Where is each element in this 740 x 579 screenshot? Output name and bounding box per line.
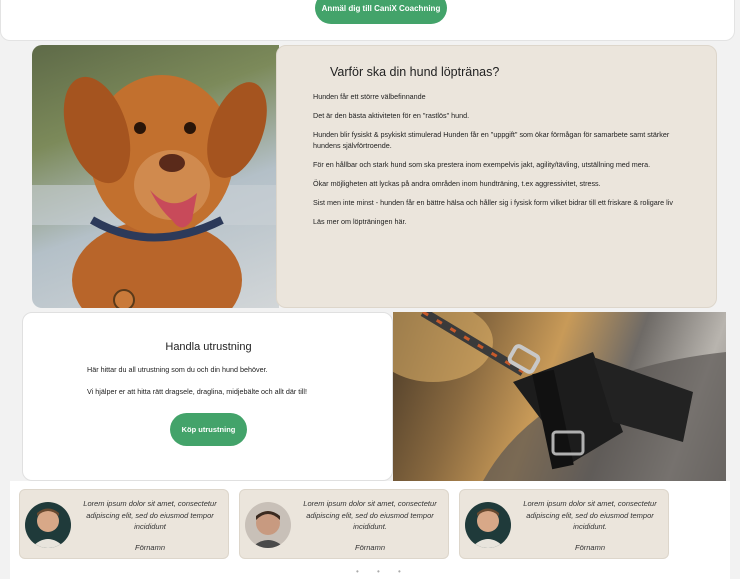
why-item: Sist men inte minst - hunden får en bätt…: [313, 198, 673, 207]
why-run-title: Varför ska din hund löptränas?: [330, 65, 500, 79]
why-item: Ökar möjligheten att lyckas på andra omr…: [313, 179, 601, 188]
shop-description-2: Vi hjälper er att hitta rätt dragsele, d…: [87, 387, 308, 396]
why-run-list: Hunden får ett större välbefinnande Det …: [313, 91, 688, 235]
why-item: För en hållbar och stark hund som ska pr…: [313, 160, 651, 169]
why-item: Hunden blir fysiskt & psykiskt stimulera…: [313, 130, 670, 150]
top-card: Anmäl dig till CaniX Coachning: [0, 0, 735, 41]
shop-equipment-card: Handla utrustning Här hittar du all utru…: [22, 312, 393, 481]
shop-description-1: Här hittar du all utrustning som du och …: [87, 365, 268, 374]
testimonial-quote: Lorem ipsum dolor sit amet, consectetur …: [303, 499, 437, 531]
testimonial-quote: Lorem ipsum dolor sit amet, consectetur …: [523, 499, 657, 531]
dog-photo: [32, 45, 279, 308]
carousel-dots[interactable]: • • •: [356, 567, 409, 576]
testimonial-card: Lorem ipsum dolor sit amet, consectetur …: [459, 489, 669, 559]
harness-photo: [393, 312, 726, 481]
avatar: [25, 502, 71, 548]
why-item: Hunden får ett större välbefinnande: [313, 92, 426, 101]
testimonial-name: Förnamn: [574, 543, 605, 552]
avatar: [245, 502, 291, 548]
shop-title: Handla utrustning: [165, 341, 252, 353]
testimonial-quote: Lorem ipsum dolor sit amet, consectetur …: [83, 499, 217, 531]
buy-equipment-button[interactable]: Köp utrustning: [170, 413, 247, 446]
coaching-signup-button[interactable]: Anmäl dig till CaniX Coachning: [315, 0, 447, 24]
avatar: [465, 502, 511, 548]
testimonial-card: Lorem ipsum dolor sit amet, consectetur …: [19, 489, 229, 559]
testimonial-name: Förnamn: [134, 543, 165, 552]
read-more-link[interactable]: Läs mer om löpträningen här.: [313, 216, 688, 227]
testimonial-name: Förnamn: [354, 543, 385, 552]
testimonial-card: Lorem ipsum dolor sit amet, consectetur …: [239, 489, 449, 559]
why-run-card: Varför ska din hund löptränas? Hunden få…: [276, 45, 717, 308]
why-item: Det är den bästa aktiviteten för en "ras…: [313, 111, 470, 120]
